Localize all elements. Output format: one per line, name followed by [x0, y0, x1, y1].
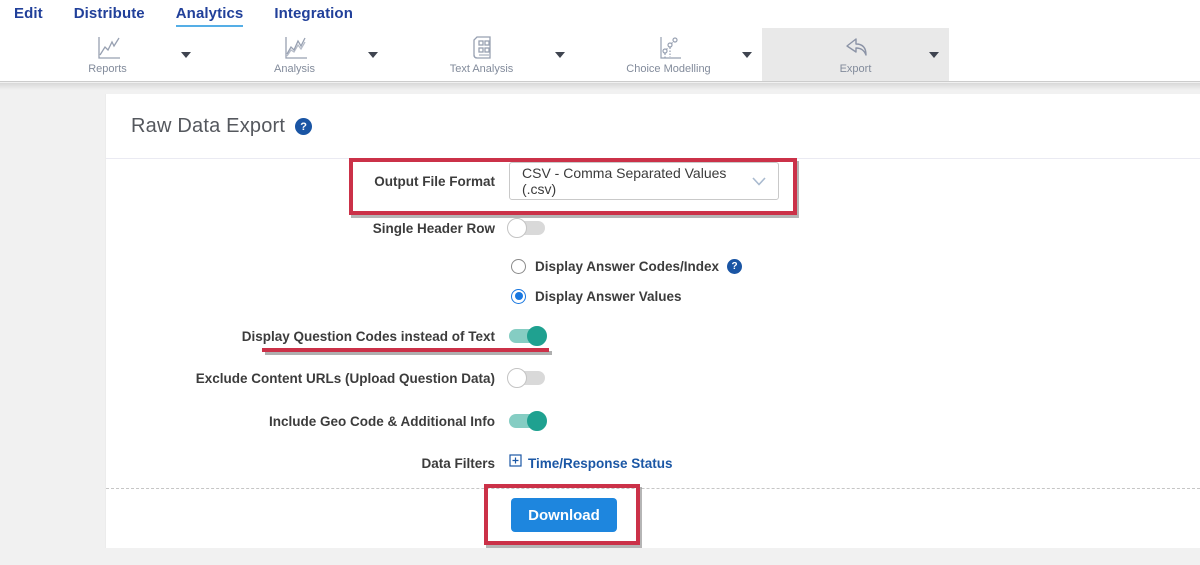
- export-reply-arrow-icon: [842, 35, 870, 61]
- analysis-dropdown-caret[interactable]: [368, 52, 378, 58]
- text-analysis-news-icon: [468, 35, 495, 61]
- exclude-content-urls-toggle[interactable]: [507, 368, 545, 388]
- tool-label: Export: [839, 62, 872, 75]
- toggle-knob: [527, 411, 547, 431]
- top-navigation: Edit Distribute Analytics Integration: [0, 0, 1200, 28]
- report-line-chart-icon: [94, 35, 121, 61]
- geo-code-label: Include Geo Code & Additional Info: [269, 413, 495, 429]
- answer-codes-help-icon[interactable]: ?: [727, 258, 743, 274]
- text-analysis-dropdown-caret[interactable]: [555, 52, 565, 58]
- tool-label: Text Analysis: [449, 62, 514, 75]
- display-answer-codes-radio[interactable]: [511, 258, 526, 274]
- choice-modelling-scatter-icon: [655, 35, 682, 61]
- page-help-icon[interactable]: ?: [295, 118, 313, 135]
- data-filters-label: Data Filters: [421, 455, 495, 471]
- tab-text-analysis[interactable]: Text Analysis: [388, 28, 575, 81]
- nav-item-integration[interactable]: Integration: [274, 5, 353, 25]
- plus-square-icon: [509, 454, 522, 472]
- question-codes-toggle[interactable]: [509, 326, 547, 346]
- exclude-content-urls-label: Exclude Content URLs (Upload Question Da…: [195, 370, 495, 386]
- output-file-format-value: CSV - Comma Separated Values (.csv): [522, 165, 727, 197]
- footer-dashed-divider: [106, 488, 1200, 489]
- choice-modelling-dropdown-caret[interactable]: [742, 52, 752, 58]
- display-answer-codes-label: Display Answer Codes/Index: [535, 258, 720, 274]
- single-header-row-toggle[interactable]: [507, 218, 545, 238]
- tool-label: Analysis: [274, 62, 315, 75]
- geo-code-toggle[interactable]: [509, 411, 547, 431]
- toggle-knob: [507, 368, 527, 388]
- nav-item-analytics[interactable]: Analytics: [175, 5, 244, 27]
- tool-label: Choice Modelling: [626, 62, 711, 75]
- analysis-line-chart-icon: [281, 35, 308, 61]
- tab-analysis[interactable]: Analysis: [201, 28, 388, 81]
- reports-dropdown-caret[interactable]: [181, 52, 191, 58]
- annotation-underline-question-codes: [262, 348, 549, 352]
- raw-data-export-panel: Raw Data Export ? Output File Format CSV…: [105, 94, 1200, 548]
- download-button[interactable]: Download: [511, 498, 617, 532]
- analytics-toolbar: Reports Analysis Text Analysis Choice Mo…: [0, 28, 1200, 82]
- question-codes-label: Display Question Codes instead of Text: [241, 328, 495, 344]
- time-response-status-link[interactable]: Time/Response Status: [509, 454, 673, 472]
- single-header-row-label: Single Header Row: [372, 220, 495, 236]
- tab-export[interactable]: Export: [762, 28, 949, 81]
- toggle-knob: [527, 326, 547, 346]
- display-answer-values-label: Display Answer Values: [535, 288, 682, 304]
- toggle-knob: [507, 218, 527, 238]
- nav-item-edit[interactable]: Edit: [14, 5, 43, 25]
- toolbar-shadow: [0, 83, 1200, 90]
- output-file-format-label: Output File Format: [374, 173, 495, 189]
- tab-reports[interactable]: Reports: [14, 28, 201, 81]
- time-response-status-text: Time/Response Status: [528, 455, 673, 471]
- tab-choice-modelling[interactable]: Choice Modelling: [575, 28, 762, 81]
- page-title: Raw Data Export: [131, 115, 286, 137]
- export-dropdown-caret[interactable]: [929, 52, 939, 58]
- tool-label: Reports: [88, 62, 127, 75]
- output-file-format-select[interactable]: CSV - Comma Separated Values (.csv): [509, 162, 779, 200]
- nav-item-distribute[interactable]: Distribute: [74, 5, 145, 25]
- display-answer-values-radio[interactable]: [511, 288, 526, 304]
- title-divider: [106, 158, 1200, 159]
- chevron-down-icon: [752, 173, 766, 189]
